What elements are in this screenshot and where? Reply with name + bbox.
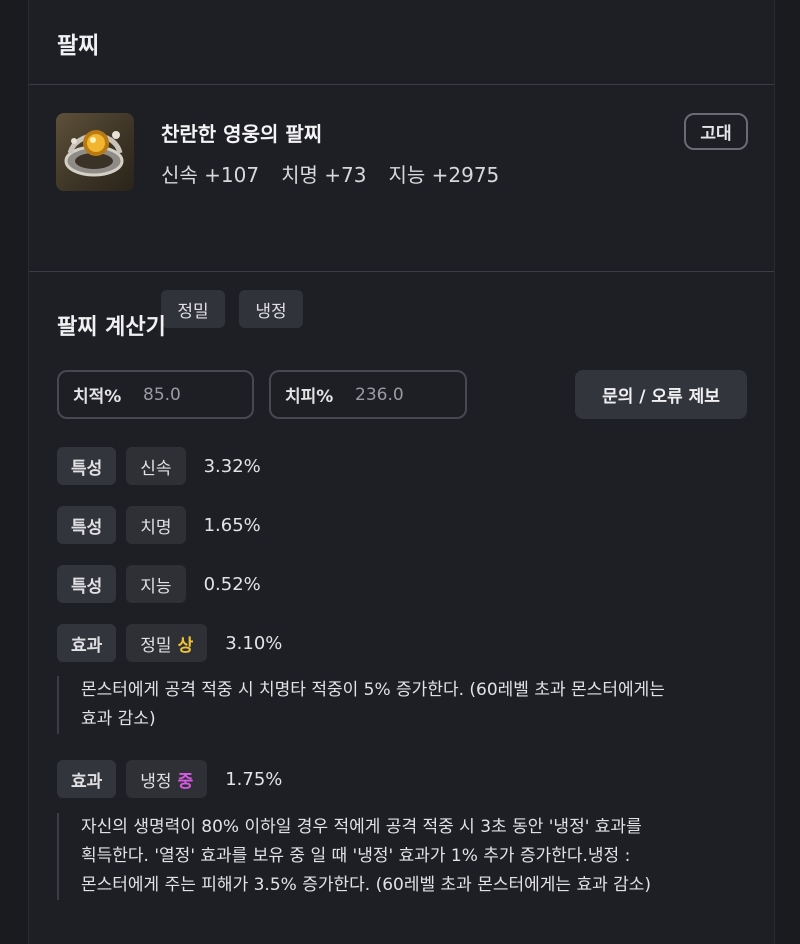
row-value: 0.52% [203,573,261,595]
row-name: 신속 [126,447,186,485]
crit-rate-field[interactable]: 치적% [57,370,254,419]
calc-row: 특성 치명 1.65% [57,506,261,544]
item-stats: 신속 +107 치명 +73 지능 +2975 [161,159,499,188]
row-kind: 특성 [57,506,117,544]
desc-line: 자신의 생명력이 80% 이하일 경우 적에게 공격 적중 시 3초 동안 '냉… [81,817,642,837]
calculator-title: 팔찌 계산기 [57,315,166,340]
desc-line: 획득한다. '열정' 효과를 보유 중 일 때 '냉정' 효과가 1% 추가 증… [81,846,631,866]
row-kind: 특성 [57,565,117,603]
stat-crit: 치명 +73 [281,163,367,187]
effect-name: 냉정 [140,771,172,792]
row-kind: 특성 [57,447,117,485]
effect-row: 효과 정밀 상 3.10% [57,624,282,662]
stat-int: 지능 +2975 [388,163,500,187]
desc-line: 효과 감소) [81,709,156,729]
effect-name-chip: 냉정 중 [126,760,208,798]
crit-damage-label: 치피% [285,387,334,407]
row-kind: 효과 [57,760,117,798]
crit-damage-input[interactable] [355,384,455,405]
effect-row: 효과 냉정 중 1.75% [57,760,282,798]
desc-line: 몬스터에게 공격 적중 시 치명타 적중이 5% 증가한다. (60레벨 초과 … [81,680,665,700]
bracelet-item-icon [56,113,134,191]
grade-badge: 고대 [684,113,748,150]
effect-description: 몬스터에게 공격 적중 시 치명타 적중이 5% 증가한다. (60레벨 초과 … [57,676,747,734]
row-value: 1.65% [203,514,261,536]
calc-row: 특성 신속 3.32% [57,447,261,485]
report-button[interactable]: 문의 / 오류 제보 [575,370,747,419]
calc-row: 특성 지능 0.52% [57,565,261,603]
tag-precision: 정밀 [161,290,225,328]
crit-rate-input[interactable] [143,384,243,405]
row-value: 1.75% [225,768,283,790]
row-name: 치명 [126,506,186,544]
effect-description: 자신의 생명력이 80% 이하일 경우 적에게 공격 적중 시 3초 동안 '냉… [57,813,747,900]
effect-name-chip: 정밀 상 [126,624,208,662]
tag-calm: 냉정 [239,290,303,328]
row-kind: 효과 [57,624,117,662]
item-card: 찬란한 영웅의 팔찌 고대 신속 +107 치명 +73 지능 +2975 정밀… [29,85,774,328]
stat-swiftness: 신속 +107 [161,163,260,187]
panel-header: 팔찌 [29,0,774,85]
row-name: 지능 [126,565,186,603]
row-value: 3.10% [225,632,283,654]
item-name: 찬란한 영웅의 팔찌 [161,122,323,146]
crit-rate-label: 치적% [73,387,122,407]
effect-tier: 중 [177,771,194,792]
page-title: 팔찌 [57,33,100,59]
row-value: 3.32% [203,455,261,477]
effect-name: 정밀 [140,635,172,656]
bracelet-panel: 팔찌 찬란한 영웅의 팔찌 고대 신속 +107 치명 +73 지능 +2975… [28,0,775,944]
desc-line: 몬스터에게 주는 피해가 3.5% 증가한다. (60레벨 초과 몬스터에게는 … [81,875,652,895]
crit-damage-field[interactable]: 치피% [269,370,467,419]
effect-tier: 상 [177,635,194,656]
